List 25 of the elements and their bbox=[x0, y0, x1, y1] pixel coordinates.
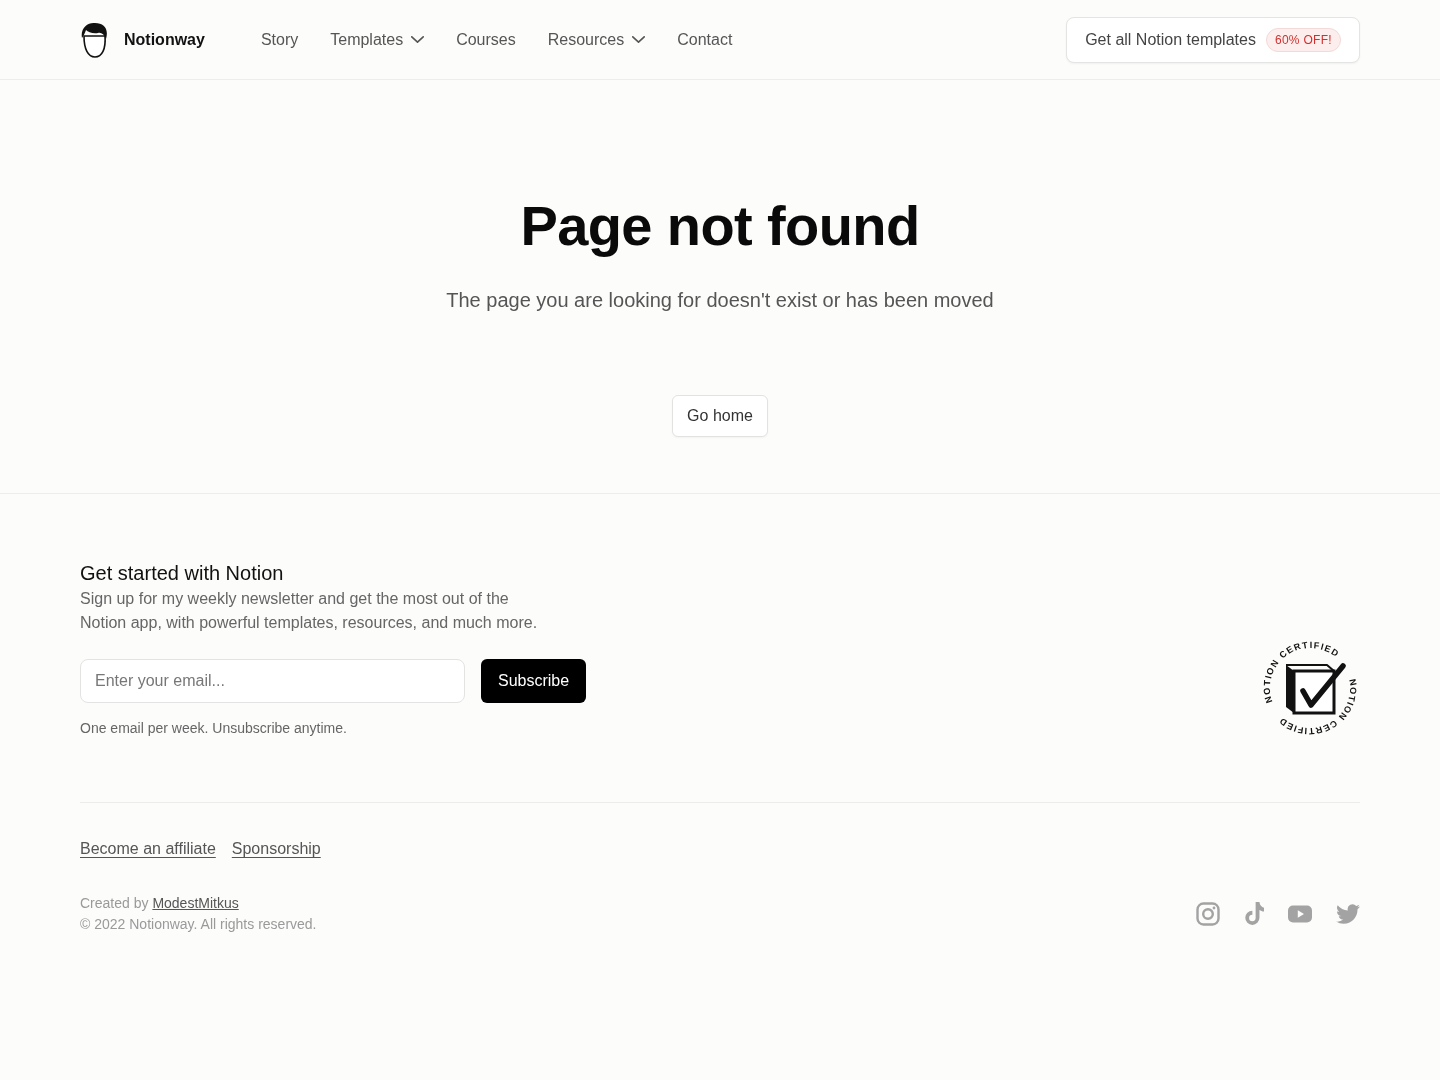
logo-link[interactable]: Notionway bbox=[80, 21, 205, 58]
discount-badge: 60% OFF! bbox=[1265, 27, 1341, 52]
camera-icon[interactable] bbox=[1196, 902, 1220, 926]
templates-button[interactable]: Get all Notion templates 60% OFF! bbox=[1066, 16, 1360, 63]
author-link[interactable]: ModestMitkus bbox=[152, 895, 239, 911]
nav-link[interactable]: Courses bbox=[456, 30, 516, 49]
credit-text: Created by ModestMitkus bbox=[80, 894, 240, 913]
newsletter-title: Get started with Notion bbox=[80, 561, 285, 586]
newsletter-note: One email per week. Unsubscribe anytime. bbox=[80, 719, 348, 738]
nav-link[interactable]: Story bbox=[260, 30, 299, 49]
nav-link[interactable]: Contact bbox=[677, 30, 733, 49]
page-subtitle: The page you are looking for doesn't exist or has been moved bbox=[446, 288, 994, 313]
go-home-button[interactable]: Go home bbox=[672, 395, 768, 437]
music-note-icon[interactable] bbox=[1244, 902, 1264, 926]
copyright-text: © 2022 Notionway. All rights reserved. bbox=[80, 915, 317, 934]
nav-link[interactable]: Templates bbox=[330, 30, 425, 49]
footer-link[interactable]: Sponsorship bbox=[231, 837, 321, 861]
page-title: Page not found bbox=[520, 193, 920, 259]
footer-link[interactable]: Become an affiliate bbox=[80, 837, 216, 861]
email-field[interactable]: Enter your email... bbox=[80, 659, 465, 703]
nav-link[interactable]: Resources bbox=[547, 30, 646, 49]
newsletter-description: Sign up for my weekly newsletter and get the most out of the Notion app, with powerful templates, resources, and much more. bbox=[80, 589, 539, 633]
head-logo-icon bbox=[80, 21, 108, 58]
subscribe-button[interactable]: Subscribe bbox=[481, 659, 587, 703]
bird-icon[interactable] bbox=[1336, 902, 1360, 926]
